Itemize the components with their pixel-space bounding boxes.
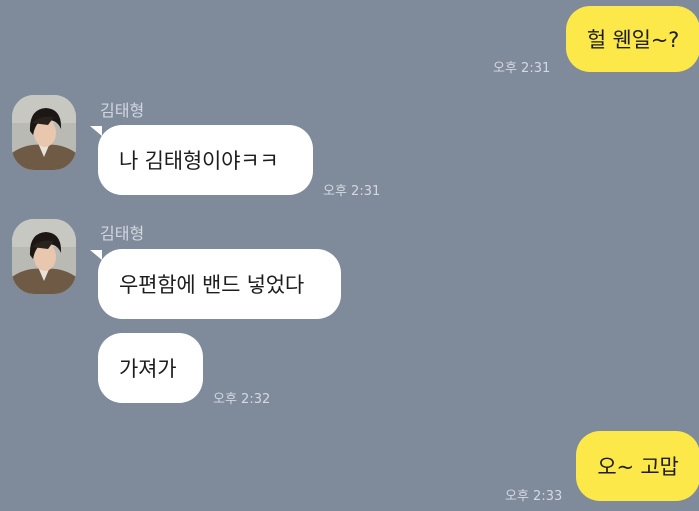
sender-name: 김태형	[100, 224, 145, 243]
message-time: 오후 2:32	[213, 392, 271, 407]
my-message-bubble[interactable]: 헐 웬일~?	[566, 6, 699, 72]
friend-message-bubble[interactable]: 우편함에 밴드 넣었다	[98, 249, 341, 319]
avatar-photo	[12, 219, 76, 294]
message-time: 오후 2:31	[323, 184, 381, 199]
message-text: 우편함에 밴드 넣었다	[119, 273, 305, 297]
bubble-tail	[90, 250, 102, 260]
friend-message-bubble[interactable]: 나 김태형이야ㅋㅋ	[98, 125, 313, 195]
message-text: 헐 웬일~?	[586, 28, 680, 52]
bubble-tail	[90, 126, 102, 136]
sender-name: 김태형	[100, 101, 145, 120]
avatar[interactable]	[12, 219, 76, 294]
message-text: 나 김태형이야ㅋㅋ	[119, 149, 279, 173]
my-message-bubble[interactable]: 오~ 고맙	[576, 431, 699, 501]
avatar[interactable]	[12, 95, 76, 170]
friend-message-bubble[interactable]: 가져가	[98, 333, 203, 403]
message-text: 오~ 고맙	[597, 455, 679, 479]
message-text: 가져가	[119, 357, 177, 381]
message-time: 오후 2:31	[493, 61, 551, 76]
avatar-photo	[12, 95, 76, 170]
message-time: 오후 2:33	[505, 489, 563, 504]
